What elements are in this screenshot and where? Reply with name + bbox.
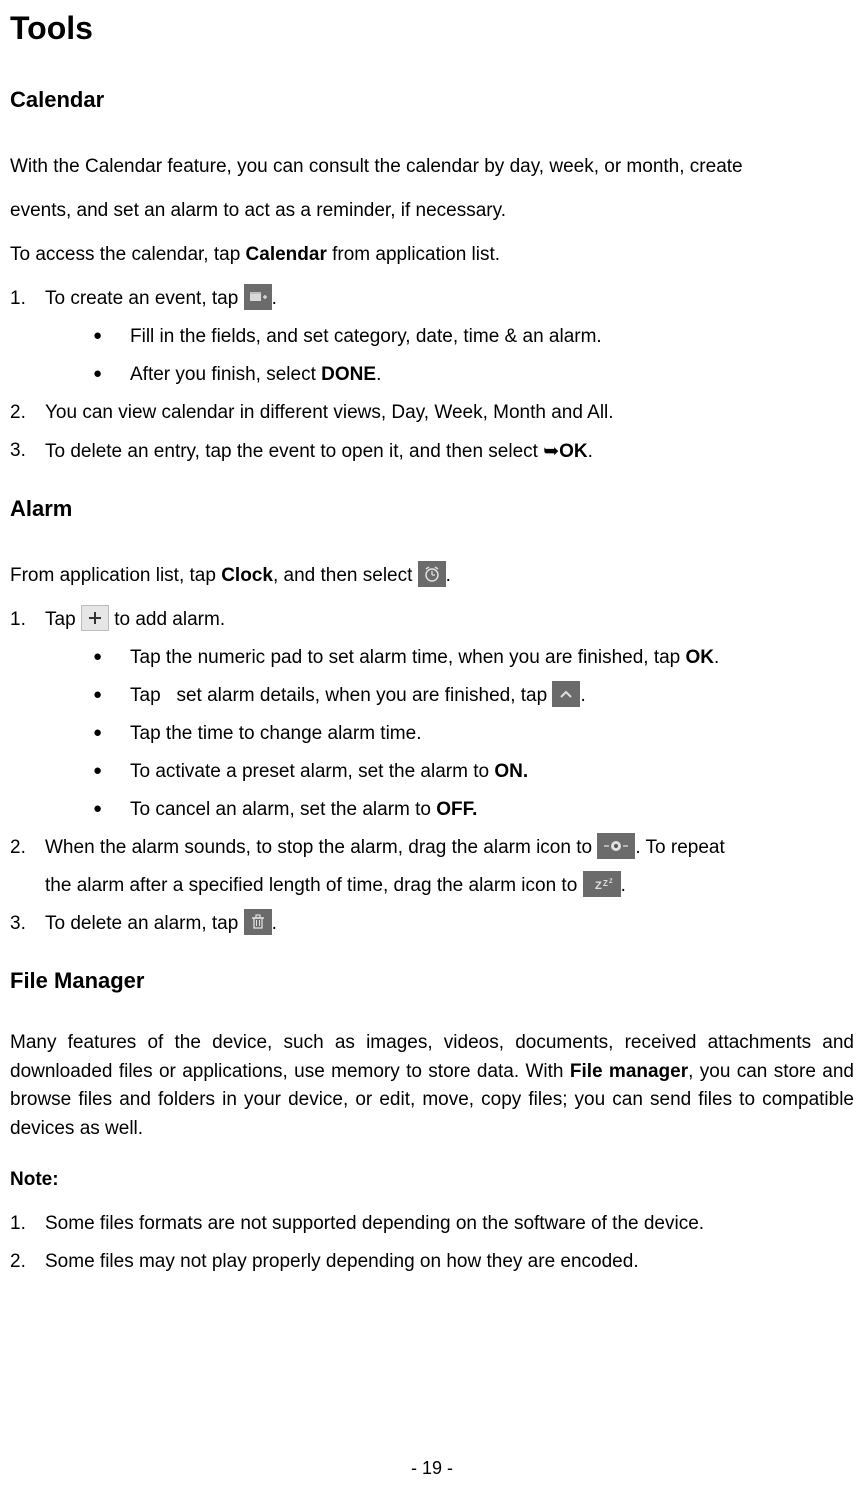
alarm-sub5-bold: OFF. <box>436 799 477 820</box>
svg-text:Z: Z <box>609 879 613 885</box>
plus-icon <box>81 605 109 631</box>
alarm-sub1: Tap the numeric pad to set alarm time, w… <box>45 639 854 677</box>
calendar-step1-a: To create an event, tap <box>45 288 244 309</box>
filemgr-heading: File Manager <box>10 968 854 994</box>
trash-icon <box>244 909 272 935</box>
calendar-sub2: After you finish, select DONE. <box>45 356 854 394</box>
calendar-access: To access the calendar, tap Calendar fro… <box>10 236 854 274</box>
alarm-step-1: 1. Tap to add alarm. Tap the numeric pad… <box>10 601 854 829</box>
alarm-intro-c: . <box>446 565 451 586</box>
alarm-step2-d: . <box>621 875 626 896</box>
alarm-step3-b: . <box>272 913 277 934</box>
calendar-intro-line1: With the Calendar feature, you can consu… <box>10 148 854 186</box>
alarm-clock-icon <box>418 561 446 587</box>
page-title: Tools <box>10 10 854 47</box>
calendar-sub2-bold: DONE <box>321 364 376 385</box>
alarm-step1-a: Tap <box>45 609 81 630</box>
alarm-steps: 1. Tap to add alarm. Tap the numeric pad… <box>10 601 854 943</box>
list-number: 3. <box>10 432 26 470</box>
alarm-sub5: To cancel an alarm, set the alarm to OFF… <box>45 791 854 829</box>
alarm-sub3: Tap the time to change alarm time. <box>45 715 854 753</box>
alarm-intro-b: , and then select <box>273 565 418 586</box>
alarm-step-2: 2. When the alarm sounds, to stop the al… <box>10 829 854 905</box>
alarm-intro: From application list, tap Clock, and th… <box>10 557 854 595</box>
snooze-icon: ZZZ <box>583 871 621 897</box>
calendar-step1-b: . <box>272 288 277 309</box>
calendar-step3-bold: OK <box>559 441 588 462</box>
calendar-step-1: 1. To create an event, tap . Fill in the… <box>10 280 854 394</box>
calendar-sub2-b: . <box>376 364 381 385</box>
filemgr-p-bold: File manager <box>570 1061 688 1082</box>
calendar-heading: Calendar <box>10 87 854 113</box>
alarm-sub4-bold: ON. <box>494 761 528 782</box>
calendar-access-b: from application list. <box>327 244 500 265</box>
list-number: 2. <box>10 394 26 432</box>
list-number: 1. <box>10 280 26 318</box>
alarm-step-3: 3. To delete an alarm, tap . <box>10 905 854 943</box>
list-number: 2. <box>10 829 26 867</box>
calendar-step3-a: To delete an entry, tap the event to ope… <box>45 441 543 462</box>
filemgr-note1-text: Some files formats are not supported dep… <box>45 1213 704 1234</box>
alarm-intro-a: From application list, tap <box>10 565 221 586</box>
list-number: 2. <box>10 1243 26 1281</box>
list-number: 3. <box>10 905 26 943</box>
list-number: 1. <box>10 1205 26 1243</box>
filemgr-note-1: 1. Some files formats are not supported … <box>10 1205 854 1243</box>
calendar-step2-text: You can view calendar in different views… <box>45 402 614 423</box>
alarm-step1-b: to add alarm. <box>109 609 225 630</box>
page-number: - 19 - <box>0 1458 864 1479</box>
alarm-heading: Alarm <box>10 496 854 522</box>
alarm-sub1-b: . <box>714 647 719 668</box>
alarm-sub1-bold: OK <box>686 647 715 668</box>
calendar-step3-arrow: ➥ <box>543 440 559 462</box>
calendar-sub2-a: After you finish, select <box>130 364 321 385</box>
calendar-step-3: 3. To delete an entry, tap the event to … <box>10 432 854 471</box>
alarm-sub2-b: . <box>580 685 585 706</box>
filemgr-note-2: 2. Some files may not play properly depe… <box>10 1243 854 1281</box>
filemgr-note-label: Note: <box>10 1161 854 1199</box>
calendar-step3-b: . <box>588 441 593 462</box>
alarm-sub5-a: To cancel an alarm, set the alarm to <box>130 799 436 820</box>
dismiss-alarm-icon <box>597 833 635 859</box>
filemgr-paragraph: Many features of the device, such as ima… <box>10 1029 854 1143</box>
calendar-steps: 1. To create an event, tap . Fill in the… <box>10 280 854 471</box>
alarm-step2-c: the alarm after a specified length of ti… <box>45 875 583 896</box>
calendar-access-bold: Calendar <box>246 244 327 265</box>
alarm-step3-a: To delete an alarm, tap <box>45 913 244 934</box>
alarm-sub4-a: To activate a preset alarm, set the alar… <box>130 761 494 782</box>
alarm-sub1-a: Tap the numeric pad to set alarm time, w… <box>130 647 686 668</box>
alarm-intro-bold: Clock <box>221 565 273 586</box>
svg-text:Z: Z <box>603 879 608 888</box>
chevron-up-icon <box>552 681 580 707</box>
alarm-step2-a: When the alarm sounds, to stop the alarm… <box>45 837 597 858</box>
alarm-step1-sublist: Tap the numeric pad to set alarm time, w… <box>45 639 854 829</box>
list-number: 1. <box>10 601 26 639</box>
calendar-step-2: 2. You can view calendar in different vi… <box>10 394 854 432</box>
calendar-access-a: To access the calendar, tap <box>10 244 246 265</box>
calendar-intro-line2: events, and set an alarm to act as a rem… <box>10 192 854 230</box>
svg-text:Z: Z <box>595 880 602 892</box>
alarm-sub4: To activate a preset alarm, set the alar… <box>45 753 854 791</box>
filemgr-note2-text: Some files may not play properly dependi… <box>45 1251 639 1272</box>
alarm-sub2-a: Tap set alarm details, when you are fini… <box>130 685 552 706</box>
alarm-sub2: Tap set alarm details, when you are fini… <box>45 677 854 715</box>
calendar-step1-sublist: Fill in the fields, and set category, da… <box>45 318 854 394</box>
new-event-icon <box>244 284 272 310</box>
filemgr-notes: 1. Some files formats are not supported … <box>10 1205 854 1281</box>
calendar-sub1: Fill in the fields, and set category, da… <box>45 318 854 356</box>
alarm-step2-b: . To repeat <box>635 837 724 858</box>
